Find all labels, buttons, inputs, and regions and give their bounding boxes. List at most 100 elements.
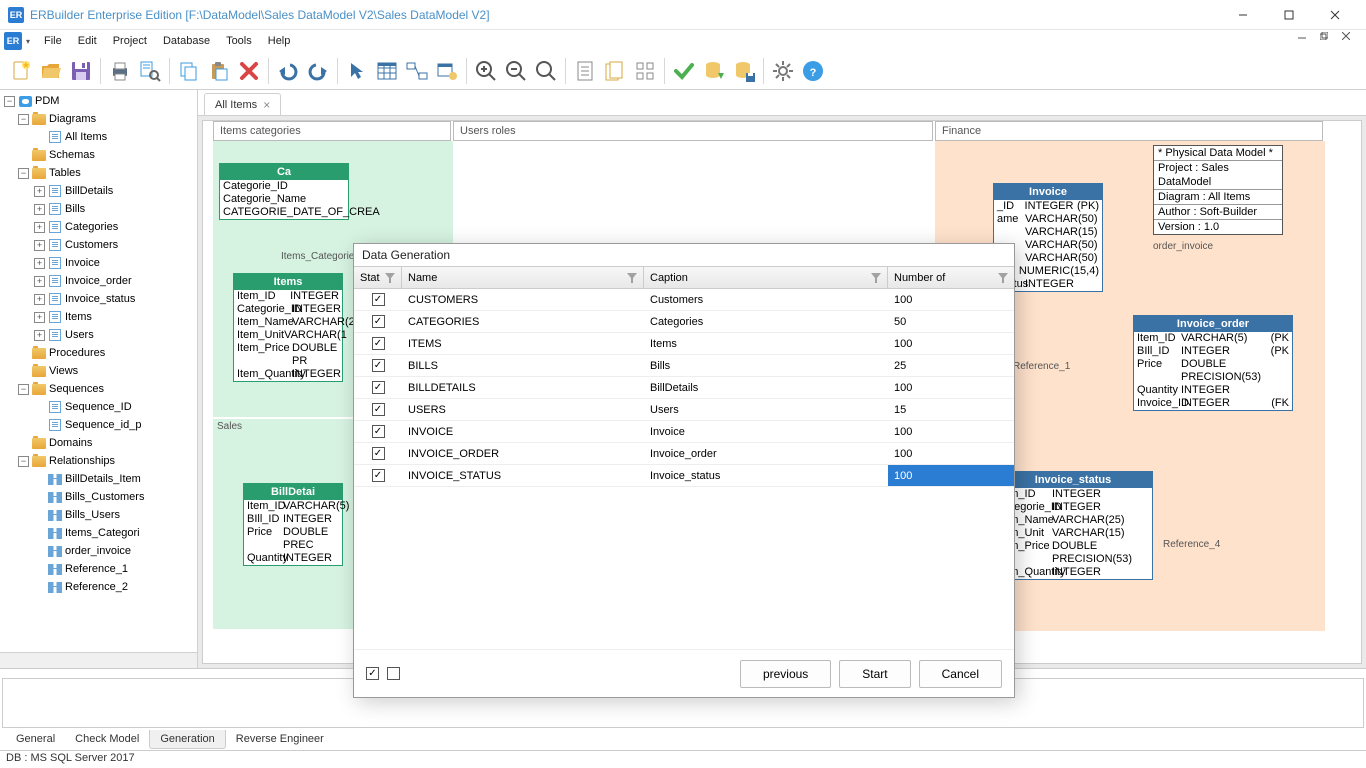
- select-all-checkbox[interactable]: ✓: [366, 667, 379, 680]
- mdi-close[interactable]: [1342, 32, 1362, 50]
- row-checkbox[interactable]: ✓: [372, 447, 385, 460]
- entity-invoice-order[interactable]: Invoice_order Item_IDVARCHAR(5)(PK BIll_…: [1133, 315, 1293, 411]
- tree-relationships[interactable]: −Relationships: [0, 452, 197, 470]
- row-number[interactable]: 100: [888, 289, 1014, 310]
- zoom-icon[interactable]: [531, 56, 561, 86]
- tree-rel-0[interactable]: BillDetails_Item: [0, 470, 197, 488]
- grid-row[interactable]: ✓BILLSBills25: [354, 355, 1014, 377]
- row-checkbox[interactable]: ✓: [372, 315, 385, 328]
- grid-row[interactable]: ✓BILLDETAILSBillDetails100: [354, 377, 1014, 399]
- tree-rel-2[interactable]: Bills_Users: [0, 506, 197, 524]
- menu-project[interactable]: Project: [105, 33, 155, 49]
- tree-table-customers[interactable]: +Customers: [0, 236, 197, 254]
- previous-button[interactable]: previous: [740, 660, 831, 688]
- row-number[interactable]: 100: [888, 377, 1014, 398]
- btab-general[interactable]: General: [6, 730, 65, 748]
- doc-icon[interactable]: [570, 56, 600, 86]
- print-preview-icon[interactable]: [135, 56, 165, 86]
- row-number[interactable]: 100: [888, 465, 1014, 486]
- tree-rel-1[interactable]: Bills_Customers: [0, 488, 197, 506]
- entity-categories[interactable]: Ca Categorie_ID Categorie_Name CATEGORIE…: [219, 163, 349, 220]
- redo-icon[interactable]: [303, 56, 333, 86]
- grid-row[interactable]: ✓CUSTOMERSCustomers100: [354, 289, 1014, 311]
- header-stat[interactable]: Stat: [354, 267, 402, 288]
- close-button[interactable]: [1312, 0, 1358, 30]
- grid-row[interactable]: ✓INVOICE_STATUSInvoice_status100: [354, 465, 1014, 487]
- tree-rel-4[interactable]: order_invoice: [0, 542, 197, 560]
- row-number[interactable]: 50: [888, 311, 1014, 332]
- tree-table-invoice[interactable]: +Invoice: [0, 254, 197, 272]
- mdi-restore[interactable]: [1320, 32, 1340, 50]
- grid-row[interactable]: ✓INVOICE_ORDERInvoice_order100: [354, 443, 1014, 465]
- app-menu-dropdown[interactable]: ▾: [26, 37, 30, 46]
- btab-reverse[interactable]: Reverse Engineer: [226, 730, 334, 748]
- tree-sequences[interactable]: −Sequences: [0, 380, 197, 398]
- menu-file[interactable]: File: [36, 33, 70, 49]
- tree-table-categories[interactable]: +Categories: [0, 218, 197, 236]
- tree-tables[interactable]: −Tables: [0, 164, 197, 182]
- db-save-icon[interactable]: [729, 56, 759, 86]
- menu-edit[interactable]: Edit: [70, 33, 105, 49]
- start-button[interactable]: Start: [839, 660, 910, 688]
- tree-schemas[interactable]: Schemas: [0, 146, 197, 164]
- zoom-in-icon[interactable]: [471, 56, 501, 86]
- tree-diagrams[interactable]: −Diagrams: [0, 110, 197, 128]
- mdi-minimize[interactable]: [1298, 32, 1318, 50]
- copy-icon[interactable]: [174, 56, 204, 86]
- tree-domains[interactable]: Domains: [0, 434, 197, 452]
- grid-icon[interactable]: [630, 56, 660, 86]
- header-caption[interactable]: Caption: [644, 267, 888, 288]
- grid-row[interactable]: ✓ITEMSItems100: [354, 333, 1014, 355]
- tree-rel-3[interactable]: Items_Categori: [0, 524, 197, 542]
- tree-table-billdetails[interactable]: +BillDetails: [0, 182, 197, 200]
- view-tool-icon[interactable]: [432, 56, 462, 86]
- cancel-button[interactable]: Cancel: [919, 660, 1002, 688]
- row-checkbox[interactable]: ✓: [372, 403, 385, 416]
- tab-all-items[interactable]: All Items ×: [204, 93, 281, 115]
- tree-root[interactable]: −PDM: [0, 92, 197, 110]
- tree-all-items[interactable]: All Items: [0, 128, 197, 146]
- entity-invoice-status[interactable]: Invoice_status Item_IDINTEGER Categorie_…: [993, 471, 1153, 580]
- minimize-button[interactable]: [1220, 0, 1266, 30]
- menu-database[interactable]: Database: [155, 33, 218, 49]
- paste-icon[interactable]: [204, 56, 234, 86]
- grid-row[interactable]: ✓INVOICEInvoice100: [354, 421, 1014, 443]
- new-icon[interactable]: [6, 56, 36, 86]
- check-icon[interactable]: [669, 56, 699, 86]
- row-checkbox[interactable]: ✓: [372, 359, 385, 372]
- open-icon[interactable]: [36, 56, 66, 86]
- tree-procedures[interactable]: Procedures: [0, 344, 197, 362]
- tree-sequence-id-p[interactable]: Sequence_id_p: [0, 416, 197, 434]
- tab-close-icon[interactable]: ×: [263, 98, 270, 112]
- tree-table-invoice-status[interactable]: +Invoice_status: [0, 290, 197, 308]
- settings-icon[interactable]: [768, 56, 798, 86]
- row-checkbox[interactable]: ✓: [372, 337, 385, 350]
- menu-help[interactable]: Help: [260, 33, 299, 49]
- btab-generation[interactable]: Generation: [149, 730, 225, 749]
- deselect-all-checkbox[interactable]: [387, 667, 400, 680]
- btab-check-model[interactable]: Check Model: [65, 730, 149, 748]
- sidebar-scrollbar[interactable]: [0, 652, 197, 668]
- save-icon[interactable]: [66, 56, 96, 86]
- header-number[interactable]: Number of: [888, 267, 1014, 288]
- row-checkbox[interactable]: ✓: [372, 425, 385, 438]
- db-sync-icon[interactable]: [699, 56, 729, 86]
- tree-rel-5[interactable]: Reference_1: [0, 560, 197, 578]
- row-checkbox[interactable]: ✓: [372, 293, 385, 306]
- app-menu-icon[interactable]: ER: [4, 32, 22, 50]
- row-checkbox[interactable]: ✓: [372, 381, 385, 394]
- entity-billdetails[interactable]: BillDetai Item_IDVARCHAR(5) BIll_IDINTEG…: [243, 483, 343, 566]
- row-number[interactable]: 100: [888, 443, 1014, 464]
- tree-views[interactable]: Views: [0, 362, 197, 380]
- print-icon[interactable]: [105, 56, 135, 86]
- row-number[interactable]: 100: [888, 333, 1014, 354]
- row-number[interactable]: 25: [888, 355, 1014, 376]
- undo-icon[interactable]: [273, 56, 303, 86]
- zoom-out-icon[interactable]: [501, 56, 531, 86]
- header-name[interactable]: Name: [402, 267, 644, 288]
- tree-table-bills[interactable]: +Bills: [0, 200, 197, 218]
- maximize-button[interactable]: [1266, 0, 1312, 30]
- tree-sequence-id[interactable]: Sequence_ID: [0, 398, 197, 416]
- menu-tools[interactable]: Tools: [218, 33, 260, 49]
- table-tool-icon[interactable]: [372, 56, 402, 86]
